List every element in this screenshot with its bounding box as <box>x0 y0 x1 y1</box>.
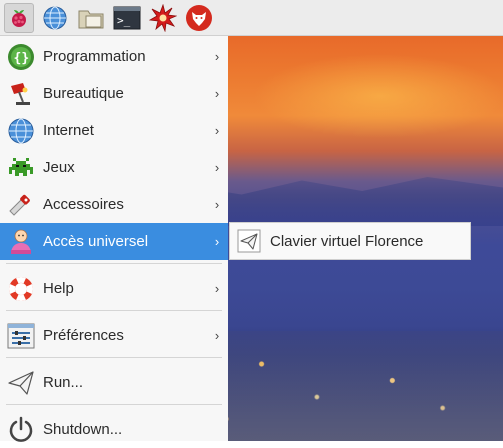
wolfram-button[interactable] <box>184 3 214 33</box>
submenu-arrow-icon: › <box>214 197 220 212</box>
preferences-icon <box>6 321 36 351</box>
mathematica-star-icon <box>149 3 177 32</box>
menu-item-preferences[interactable]: Préférences › <box>0 317 228 354</box>
submenu-arrow-icon: › <box>214 86 220 101</box>
menu-item-label: Programmation <box>43 48 146 65</box>
menu-item-acces-universel[interactable]: Accès universel › <box>0 223 228 260</box>
programming-icon: {} <box>6 42 36 72</box>
submenu-arrow-icon: › <box>214 49 220 64</box>
menu-item-label: Shutdown... <box>43 421 123 438</box>
help-lifebuoy-icon <box>6 274 36 304</box>
run-paperplane-icon <box>6 368 36 398</box>
menu-item-label: Run... <box>43 374 84 391</box>
raspberry-menu-icon <box>12 9 26 27</box>
terminal-icon: >_ <box>113 6 141 29</box>
submenu-arrow-icon: › <box>214 328 220 343</box>
wolfram-wolf-icon <box>186 4 212 31</box>
games-invader-icon <box>6 153 36 183</box>
menu-separator <box>6 357 222 358</box>
menu-separator <box>6 310 222 311</box>
menu-item-shutdown[interactable]: Shutdown... <box>0 411 228 448</box>
menu-item-help[interactable]: Help › <box>0 270 228 307</box>
accessories-knife-icon <box>6 190 36 220</box>
menu-item-label: Help <box>43 280 74 297</box>
submenu-arrow-icon: › <box>214 160 220 175</box>
svg-text:>_: >_ <box>117 14 131 27</box>
menu-item-run[interactable]: Run... <box>0 364 228 401</box>
submenu-acces-universel: Clavier virtuel Florence <box>229 222 471 260</box>
file-manager-folder-icon <box>78 10 104 28</box>
raspberry-menu-button[interactable] <box>4 2 34 33</box>
menu-item-label: Accès universel <box>43 233 149 250</box>
shutdown-power-icon <box>6 415 36 445</box>
menu-item-bureautique[interactable]: Bureautique › <box>0 75 228 112</box>
internet-globe-icon <box>6 116 36 146</box>
terminal-button[interactable]: >_ <box>112 3 142 33</box>
menu-item-label: Accessoires <box>43 196 124 213</box>
menu-item-label: Jeux <box>43 159 75 176</box>
submenu-arrow-icon: › <box>214 123 220 138</box>
application-menu: {} Programmation › Bureautique › Interne… <box>0 36 228 442</box>
web-browser-globe-icon <box>43 6 67 29</box>
menu-item-programmation[interactable]: {} Programmation › <box>0 38 228 75</box>
taskbar: >_ <box>0 0 503 36</box>
onscreen-keyboard-paperplane-icon <box>236 228 262 254</box>
menu-item-jeux[interactable]: Jeux › <box>0 149 228 186</box>
submenu-item-clavier-virtuel[interactable]: Clavier virtuel Florence <box>230 223 470 259</box>
svg-text:{}: {} <box>14 51 30 66</box>
menu-item-accessoires[interactable]: Accessoires › <box>0 186 228 223</box>
submenu-arrow-icon: › <box>214 281 220 296</box>
universal-access-person-icon <box>6 227 36 257</box>
submenu-item-label: Clavier virtuel Florence <box>270 232 424 250</box>
mathematica-button[interactable] <box>148 3 178 33</box>
web-browser-button[interactable] <box>40 3 70 33</box>
menu-item-internet[interactable]: Internet › <box>0 112 228 149</box>
menu-separator <box>6 404 222 405</box>
file-manager-button[interactable] <box>76 3 106 33</box>
menu-item-label: Bureautique <box>43 85 124 102</box>
submenu-arrow-icon: › <box>214 234 220 249</box>
menu-item-label: Préférences <box>43 327 124 344</box>
menu-separator <box>6 263 222 264</box>
menu-item-label: Internet <box>43 122 94 139</box>
office-lamp-icon <box>6 79 36 109</box>
